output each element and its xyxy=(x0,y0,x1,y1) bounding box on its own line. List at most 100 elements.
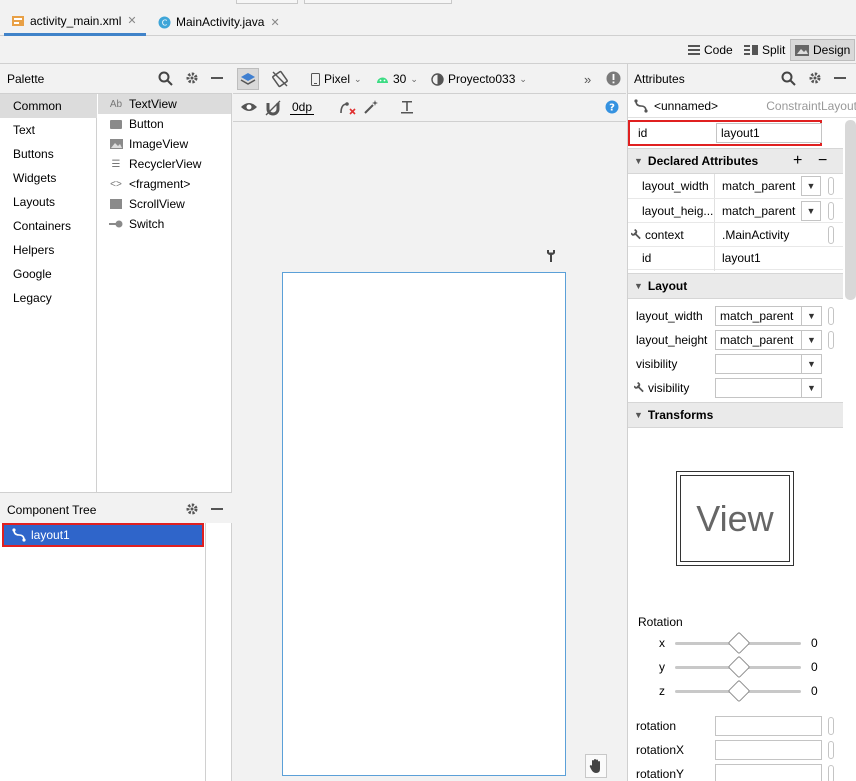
device-name: Pixel xyxy=(324,72,351,86)
gear-icon[interactable] xyxy=(808,71,822,85)
device-preview-screen[interactable] xyxy=(282,272,566,776)
tab-activity-main[interactable]: activity_main.xml ✕ xyxy=(4,8,146,36)
pan-hand-icon[interactable] xyxy=(585,754,607,778)
add-icon[interactable]: + xyxy=(793,152,802,170)
orientation-icon[interactable] xyxy=(271,70,289,88)
gear-icon[interactable] xyxy=(185,71,199,85)
palette-category[interactable]: Buttons xyxy=(0,142,97,166)
rotation-x-input[interactable] xyxy=(715,740,822,760)
rotation-y-input[interactable] xyxy=(715,764,822,781)
minimize-icon[interactable] xyxy=(210,502,224,516)
palette-category[interactable]: Google xyxy=(0,262,97,286)
theme-selector[interactable]: Proyecto033 ⌄ xyxy=(431,64,527,94)
chevron-down-icon[interactable]: ▼ xyxy=(801,200,821,221)
palette-item-fragment[interactable]: <> <fragment> xyxy=(98,174,231,194)
chevron-down-icon[interactable]: ▼ xyxy=(802,354,822,374)
device-selector[interactable]: Pixel ⌄ xyxy=(311,64,362,94)
chevron-down-icon[interactable]: ▼ xyxy=(801,176,821,196)
palette-item-label: ImageView xyxy=(129,137,189,151)
design-canvas[interactable] xyxy=(233,122,626,781)
magic-wand-icon[interactable] xyxy=(363,99,379,115)
palette-item-recyclerview[interactable]: ☰ RecyclerView xyxy=(98,154,231,174)
chevron-down-icon[interactable]: ▼ xyxy=(802,306,822,326)
declared-attr-row: id layout1 xyxy=(628,246,843,271)
design-mode-button[interactable]: Design xyxy=(790,39,856,61)
palette-item-textview[interactable]: Ab TextView xyxy=(98,94,231,114)
attr-field-handle[interactable] xyxy=(828,741,834,759)
attr-field-handle[interactable] xyxy=(828,307,834,325)
attr-field-handle[interactable] xyxy=(828,765,834,781)
palette-category[interactable]: Helpers xyxy=(0,238,97,262)
chevron-down-icon[interactable]: ▼ xyxy=(802,330,822,350)
search-icon[interactable] xyxy=(158,71,173,86)
palette-categories: Common Text Buttons Widgets Layouts Cont… xyxy=(0,94,97,492)
layers-icon[interactable] xyxy=(237,68,259,90)
attr-field-handle[interactable] xyxy=(828,201,834,220)
palette-category[interactable]: Containers xyxy=(0,214,97,238)
rotation-input[interactable] xyxy=(715,716,822,736)
layout-section[interactable]: ▼ Layout xyxy=(628,273,843,299)
gear-icon[interactable] xyxy=(185,502,199,516)
help-icon[interactable]: ? xyxy=(605,100,619,114)
attributes-scrollbar[interactable] xyxy=(845,120,856,300)
attr-field-handle[interactable] xyxy=(828,225,834,244)
attr-value[interactable]: match_parent xyxy=(718,200,800,221)
attr-value[interactable]: match_parent xyxy=(715,306,802,326)
attr-field-handle[interactable] xyxy=(828,717,834,735)
attr-value[interactable] xyxy=(715,354,802,374)
tab-label: MainActivity.java xyxy=(176,15,265,29)
slider-thumb[interactable] xyxy=(727,679,751,703)
tree-node-layout1[interactable]: layout1 xyxy=(2,523,204,547)
palette-title: Palette xyxy=(7,72,45,86)
attr-value[interactable]: match_parent xyxy=(718,176,800,196)
palette-category[interactable]: Widgets xyxy=(0,166,97,190)
close-icon[interactable]: ✕ xyxy=(127,14,136,27)
attr-name: layout_heig... xyxy=(642,203,714,218)
chevron-down-icon[interactable]: ▼ xyxy=(802,378,822,398)
transforms-section[interactable]: ▼ Transforms xyxy=(628,402,843,428)
palette-category[interactable]: Text xyxy=(0,118,97,142)
split-mode-button[interactable]: Split xyxy=(740,39,789,61)
attr-value[interactable]: .MainActivity xyxy=(718,224,823,245)
palette-category[interactable]: Legacy xyxy=(0,286,97,310)
api-level-selector[interactable]: 30 ⌄ xyxy=(376,64,418,94)
attr-field-handle[interactable] xyxy=(828,331,834,349)
palette-item-scrollview[interactable]: ScrollView xyxy=(98,194,231,214)
palette-item-button[interactable]: Button xyxy=(98,114,231,134)
magnet-icon[interactable] xyxy=(265,100,281,116)
palette-category[interactable]: Common xyxy=(0,94,97,118)
attr-value[interactable]: layout1 xyxy=(718,248,823,268)
slider-thumb[interactable] xyxy=(727,631,751,655)
palette-item-switch[interactable]: Switch xyxy=(98,214,231,234)
rotation-field-row: rotationY xyxy=(628,762,843,781)
eye-icon[interactable] xyxy=(240,100,258,114)
minimize-icon[interactable] xyxy=(833,71,847,85)
overflow-chevrons-icon[interactable]: » xyxy=(584,72,591,87)
attr-field-handle[interactable] xyxy=(828,177,834,195)
default-margin-selector[interactable]: 0dp xyxy=(290,100,315,115)
close-icon[interactable]: ✕ xyxy=(270,16,279,29)
slider-thumb[interactable] xyxy=(727,655,751,679)
wrench-icon[interactable] xyxy=(545,249,557,263)
clear-constraints-icon[interactable] xyxy=(339,100,357,116)
search-icon[interactable] xyxy=(781,71,796,86)
design-mode-label: Design xyxy=(813,43,851,57)
baseline-icon[interactable] xyxy=(399,99,415,115)
attr-value[interactable] xyxy=(715,378,802,398)
warning-icon[interactable] xyxy=(606,71,621,86)
list-icon: ☰ xyxy=(111,158,121,170)
palette-item-imageview[interactable]: ImageView xyxy=(98,134,231,154)
remove-icon[interactable]: − xyxy=(818,152,827,170)
id-input[interactable]: layout1 xyxy=(716,123,822,143)
attr-value[interactable]: match_parent xyxy=(715,330,802,350)
tab-main-activity[interactable]: C MainActivity.java ✕ xyxy=(150,8,286,36)
attr-name: context xyxy=(645,227,684,242)
minimize-icon[interactable] xyxy=(210,71,224,85)
declared-attributes-section[interactable]: ▼ Declared Attributes + − xyxy=(628,148,843,174)
constraint-layout-icon xyxy=(12,528,26,542)
component-tree-header: Component Tree xyxy=(0,493,232,523)
attr-name: layout_width xyxy=(642,179,709,193)
palette-item-label: Button xyxy=(129,117,164,131)
code-mode-button[interactable]: Code xyxy=(684,39,737,61)
palette-category[interactable]: Layouts xyxy=(0,190,97,214)
